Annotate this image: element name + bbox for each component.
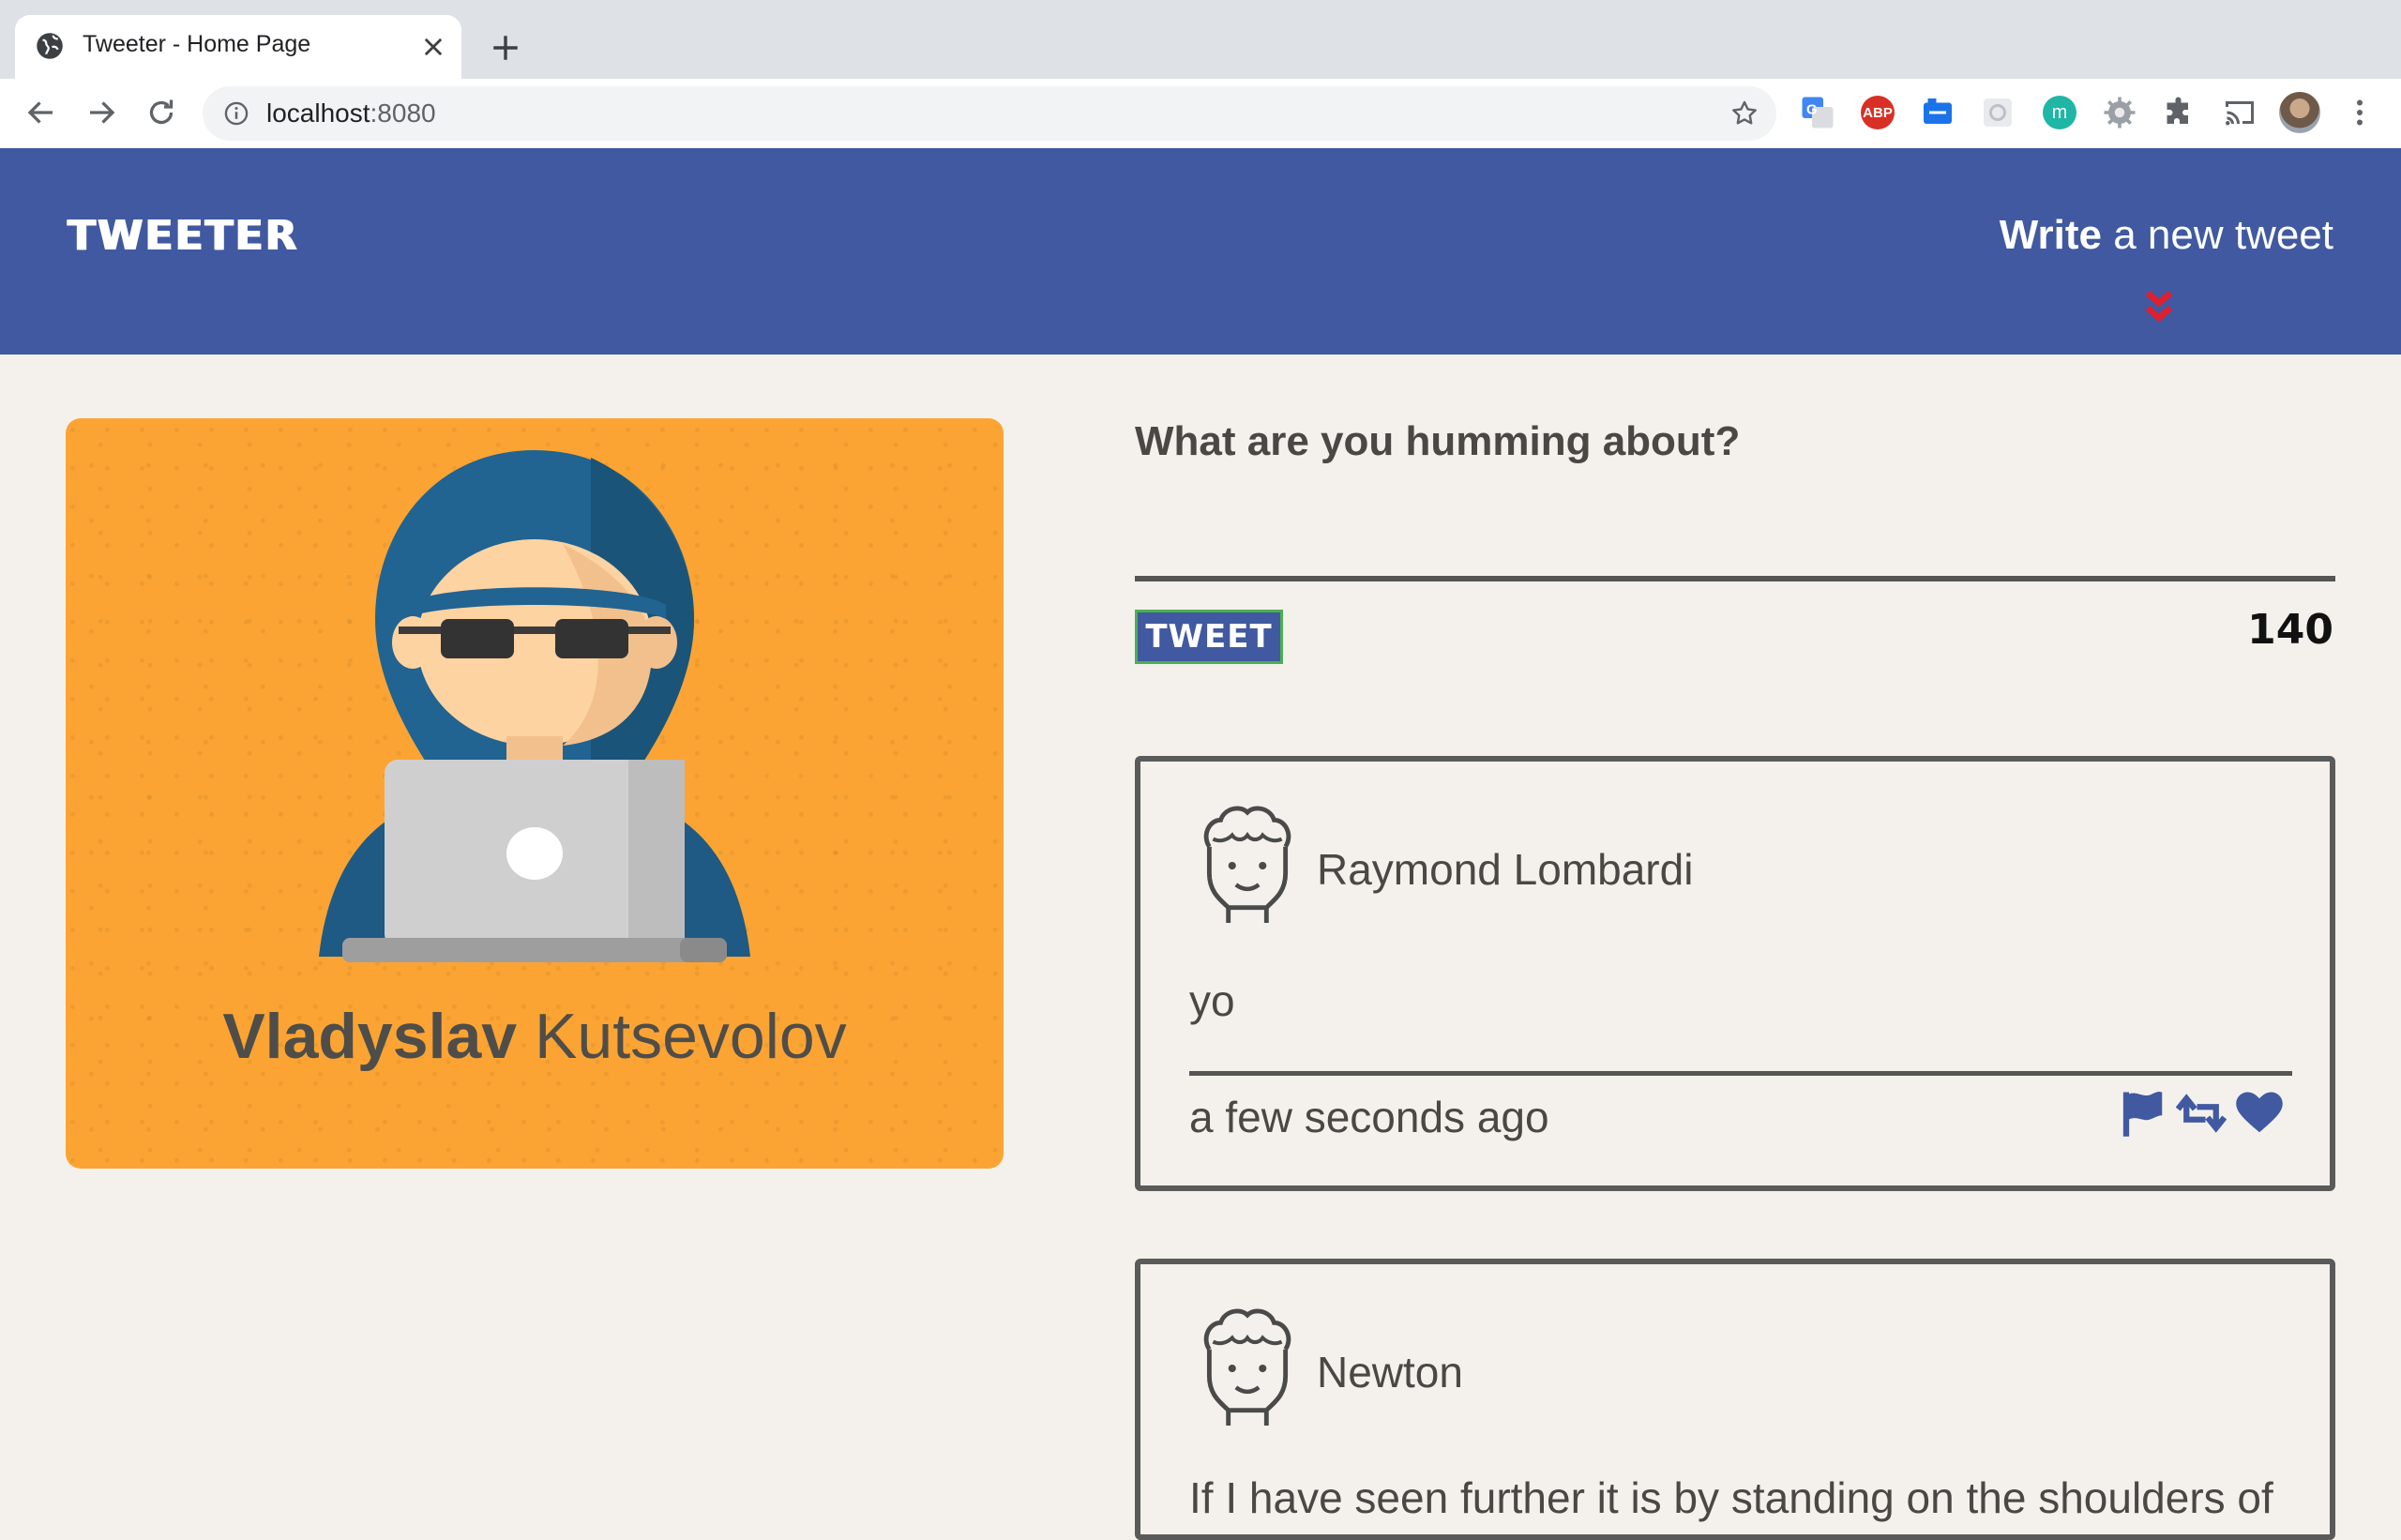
tweet-divider — [1189, 1071, 2292, 1076]
tweet-author: Newton — [1317, 1348, 1463, 1397]
site-logo[interactable]: TWEETER — [68, 212, 299, 260]
google-translate-icon[interactable]: G — [1801, 96, 1835, 129]
tweet-submit-button[interactable]: TWEET — [1135, 610, 1283, 664]
composer-label: What are you humming about? — [1135, 418, 1741, 464]
browser-tab[interactable]: Tweeter - Home Page — [15, 15, 461, 79]
extension-grey-icon[interactable] — [1981, 96, 2015, 129]
extension-m-label: m — [2051, 101, 2068, 123]
cast-icon[interactable] — [2223, 96, 2257, 129]
heart-icon[interactable] — [2234, 1088, 2285, 1139]
tweet-input[interactable] — [1135, 488, 2335, 581]
adblock-label: ABP — [1863, 104, 1893, 121]
character-counter: 140 — [2247, 606, 2333, 654]
extension-m-icon[interactable]: m — [2043, 96, 2076, 129]
tweet-author: Raymond Lombardi — [1317, 845, 1694, 894]
tab-title: Tweeter - Home Page — [83, 31, 311, 57]
globe-icon — [37, 33, 63, 59]
user-avatar-icon — [1203, 806, 1291, 923]
settings-gear-icon[interactable] — [2103, 96, 2137, 129]
back-arrow-icon[interactable] — [24, 96, 58, 129]
site-header: TWEETER Write a new tweet — [0, 148, 2401, 355]
address-bar[interactable]: localhost:8080 — [203, 86, 1776, 141]
profile-avatar[interactable] — [2279, 92, 2320, 133]
compose-rest: a new tweet — [2101, 212, 2333, 258]
compose-bold: Write — [1999, 212, 2102, 258]
close-icon[interactable] — [420, 34, 446, 60]
menu-kebab-icon[interactable] — [2343, 96, 2377, 129]
tweet-body: If I have seen further it is by standing… — [1189, 1473, 2273, 1522]
new-tab-plus-icon[interactable] — [490, 32, 521, 64]
bookmark-star-icon[interactable] — [1729, 98, 1759, 128]
tweet-card: Raymond Lombardi yo a few seconds ago — [1135, 756, 2335, 1191]
profile-first-name: Vladyslav — [222, 1001, 518, 1072]
profile-card: Vladyslav Kutsevolov — [66, 418, 1004, 1169]
reload-icon[interactable] — [144, 96, 178, 129]
hacker-avatar-illustration — [319, 450, 750, 962]
url-text[interactable]: localhost:8080 — [266, 98, 436, 128]
url-host: localhost — [266, 98, 370, 128]
tweet-card: Newton If I have seen further it is by s… — [1135, 1259, 2335, 1540]
profile-last-name: Kutsevolov — [535, 1001, 847, 1072]
write-new-tweet-link[interactable]: Write a new tweet — [2000, 212, 2333, 259]
browser-tabstrip: Tweeter - Home Page — [0, 0, 2401, 79]
extension-blue-icon[interactable] — [1921, 96, 1955, 129]
extensions-puzzle-icon[interactable] — [2163, 96, 2197, 129]
adblock-plus-icon[interactable]: ABP — [1861, 96, 1895, 129]
svg-text:G: G — [1806, 102, 1818, 118]
url-port: :8080 — [370, 98, 436, 128]
tweet-actions — [2118, 1088, 2287, 1140]
tweet-body: yo — [1189, 976, 1235, 1025]
browser-toolbar: localhost:8080 G ABP m — [0, 79, 2401, 149]
user-avatar-icon — [1203, 1308, 1291, 1426]
double-chevron-down-icon[interactable] — [2144, 289, 2174, 325]
profile-name: Vladyslav Kutsevolov — [66, 1000, 1004, 1073]
retweet-icon[interactable] — [2176, 1088, 2227, 1139]
info-icon[interactable] — [223, 100, 249, 127]
flag-icon[interactable] — [2118, 1088, 2168, 1139]
tweet-timestamp: a few seconds ago — [1189, 1093, 1549, 1141]
forward-arrow-icon[interactable] — [84, 96, 118, 129]
